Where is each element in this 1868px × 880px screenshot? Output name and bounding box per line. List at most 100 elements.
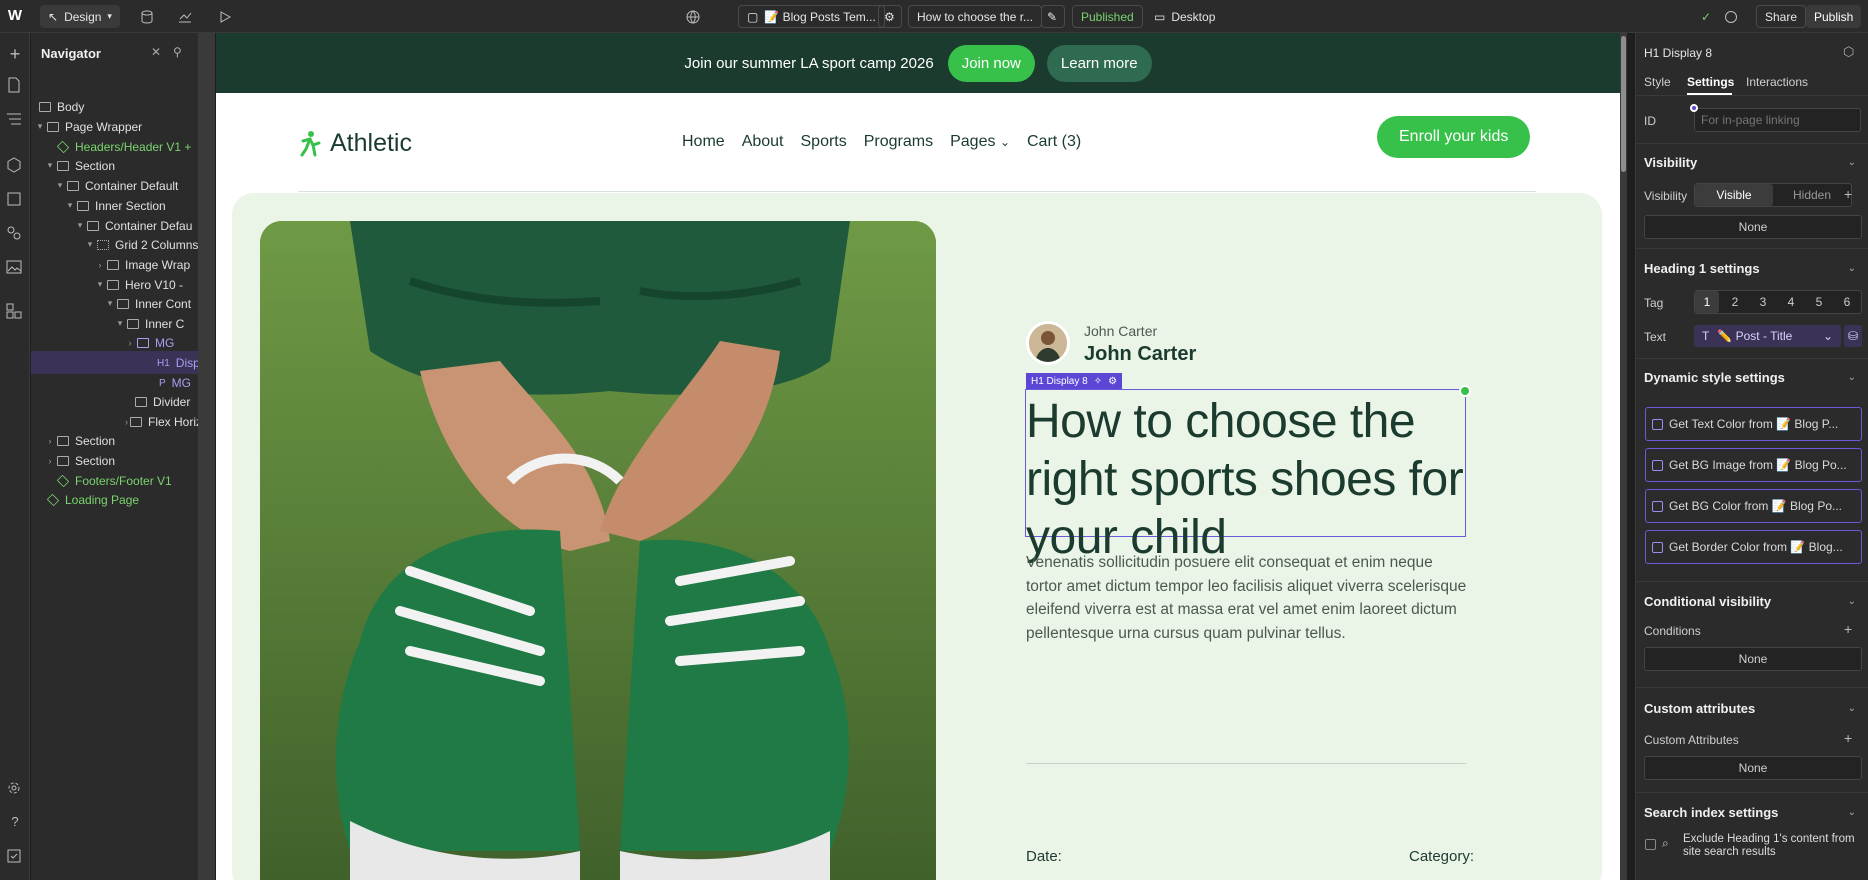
caret-down-icon[interactable]: ▾ xyxy=(105,298,115,309)
add-condition-plus-icon[interactable]: + xyxy=(1844,621,1852,637)
menu-about[interactable]: About xyxy=(742,133,784,151)
tag-option-2[interactable]: 2 xyxy=(1723,291,1747,313)
menu-sports[interactable]: Sports xyxy=(801,133,847,151)
breakpoint-selector[interactable]: ▭ Desktop xyxy=(1146,5,1223,28)
chevron-down-icon[interactable]: ⌄ xyxy=(1848,263,1856,274)
pages-icon[interactable] xyxy=(6,77,24,95)
settings-gear-icon[interactable] xyxy=(6,780,24,798)
dynamic-text-color[interactable]: Get Text Color from 📝 Blog P... xyxy=(1645,407,1862,441)
webflow-logo-icon[interactable]: W xyxy=(6,6,24,24)
tag-option-4[interactable]: 4 xyxy=(1779,291,1803,313)
add-plus-icon[interactable]: + xyxy=(1844,186,1852,202)
visibility-conditions-field[interactable]: None xyxy=(1644,215,1862,239)
caret-down-icon[interactable]: ▾ xyxy=(95,279,105,290)
dynamic-border-color[interactable]: Get Border Color from 📝 Blog... xyxy=(1645,530,1862,564)
visible-option[interactable]: Visible xyxy=(1695,184,1773,206)
join-now-button[interactable]: Join now xyxy=(947,44,1035,82)
tab-interactions[interactable]: Interactions xyxy=(1746,75,1808,89)
tab-settings[interactable]: Settings xyxy=(1687,75,1734,89)
page-template-tab[interactable]: ▢ 📝 Blog Posts Tem... xyxy=(738,5,885,28)
comment-icon[interactable] xyxy=(1722,8,1740,26)
checkmark-icon: ✓ xyxy=(1700,10,1712,24)
element-settings-gear-icon[interactable]: ⚙ xyxy=(1108,376,1117,387)
caret-down-icon[interactable]: ▾ xyxy=(85,239,95,250)
tag-option-1[interactable]: 1 xyxy=(1695,291,1719,313)
navigator-icon[interactable] xyxy=(6,111,24,129)
chevron-down-icon[interactable]: ⌄ xyxy=(1848,372,1856,383)
cms-binding-icon[interactable]: ⛁ xyxy=(1844,325,1862,347)
dynamic-bg-color[interactable]: Get BG Color from 📝 Blog Po... xyxy=(1645,489,1862,523)
caret-right-icon[interactable]: › xyxy=(45,436,55,446)
tab-style[interactable]: Style xyxy=(1644,75,1671,89)
navigator-scrollbar[interactable] xyxy=(198,33,215,880)
styles-icon[interactable] xyxy=(6,225,24,243)
hidden-option[interactable]: Hidden xyxy=(1773,184,1851,206)
exclude-search-checkbox[interactable] xyxy=(1645,839,1656,850)
cursor-icon: ↖ xyxy=(48,9,59,24)
menu-home[interactable]: Home xyxy=(682,133,725,151)
component-icon xyxy=(46,493,60,506)
caret-right-icon[interactable]: › xyxy=(125,417,128,427)
publish-button[interactable]: Publish xyxy=(1806,5,1862,28)
caret-down-icon[interactable]: ▾ xyxy=(115,318,125,329)
pin-icon[interactable]: ⚲ xyxy=(173,45,182,59)
hero-image-kid-tying-shoes[interactable] xyxy=(260,221,936,880)
tag-option-3[interactable]: 3 xyxy=(1751,291,1775,313)
variables-icon[interactable] xyxy=(6,191,24,209)
post-excerpt[interactable]: Venenatis sollicitudin posuere elit cons… xyxy=(1026,551,1468,645)
menu-cart[interactable]: Cart (3) xyxy=(1027,133,1081,151)
chevron-down-icon[interactable]: ⌄ xyxy=(1848,703,1856,714)
components-icon[interactable] xyxy=(6,157,24,175)
chevron-down-icon[interactable]: ⌄ xyxy=(1848,157,1856,168)
dynamic-bg-image[interactable]: Get BG Image from 📝 Blog Po... xyxy=(1645,448,1862,482)
caret-right-icon[interactable]: › xyxy=(125,338,135,348)
cms-item-edit-icon[interactable]: ✎ xyxy=(1041,5,1065,28)
caret-down-icon[interactable]: ▾ xyxy=(45,160,55,171)
mode-dropdown[interactable]: ↖ Design ▾ xyxy=(40,5,120,28)
tag-option-6[interactable]: 6 xyxy=(1835,291,1859,313)
audit-checklist-icon[interactable] xyxy=(6,848,24,866)
component-box-icon[interactable]: ⬡ xyxy=(1843,44,1854,60)
text-binding-select[interactable]: T ✏️ Post - Title ⌄ xyxy=(1694,325,1841,347)
custom-attributes-field[interactable]: None xyxy=(1644,756,1862,780)
preview-play-icon[interactable] xyxy=(216,8,234,26)
canvas-scrollbar-thumb[interactable] xyxy=(1621,36,1626,172)
checkbox[interactable] xyxy=(1652,541,1663,553)
analytics-icon[interactable] xyxy=(176,8,194,26)
checkbox[interactable] xyxy=(1652,459,1663,471)
nav-row-loading-page[interactable]: Loading Page xyxy=(31,488,198,511)
caret-down-icon[interactable]: ▾ xyxy=(75,220,85,231)
globe-icon[interactable] xyxy=(684,8,702,26)
caret-right-icon[interactable]: › xyxy=(45,456,55,466)
caret-down-icon[interactable]: ▾ xyxy=(55,180,65,191)
collapse-icon[interactable]: ✕ xyxy=(151,45,161,59)
conditions-field[interactable]: None xyxy=(1644,647,1862,671)
learn-more-button[interactable]: Learn more xyxy=(1046,44,1152,82)
apps-icon[interactable] xyxy=(6,303,24,321)
author-avatar[interactable] xyxy=(1026,321,1070,365)
share-button[interactable]: Share xyxy=(1756,5,1807,28)
chevron-down-icon[interactable]: ⌄ xyxy=(1848,807,1856,818)
cms-item-tab[interactable]: How to choose the r... xyxy=(908,5,1043,28)
menu-programs[interactable]: Programs xyxy=(864,133,933,151)
enroll-button[interactable]: Enroll your kids xyxy=(1377,116,1531,158)
page-settings-gear-icon[interactable]: ⚙ xyxy=(878,5,902,28)
caret-down-icon[interactable]: ▾ xyxy=(65,200,75,211)
selected-element-tag[interactable]: H1 Display 8 ✧ ⚙ xyxy=(1026,373,1123,389)
caret-down-icon[interactable]: ▾ xyxy=(35,121,45,132)
id-input[interactable] xyxy=(1694,108,1861,132)
checkbox[interactable] xyxy=(1652,500,1663,512)
help-icon[interactable]: ? xyxy=(6,814,24,832)
site-logo[interactable]: Athletic xyxy=(300,129,412,158)
assets-icon[interactable] xyxy=(6,259,24,277)
chevron-down-icon[interactable]: ⌄ xyxy=(1848,596,1856,607)
add-element-icon[interactable]: + xyxy=(6,45,24,63)
tag-option-5[interactable]: 5 xyxy=(1807,291,1831,313)
checkbox[interactable] xyxy=(1652,418,1663,430)
menu-pages[interactable]: Pages ⌄ xyxy=(950,133,1010,151)
design-canvas[interactable]: Join our summer LA sport camp 2026 Join … xyxy=(216,33,1620,880)
add-attribute-plus-icon[interactable]: + xyxy=(1844,730,1852,746)
caret-right-icon[interactable]: › xyxy=(95,260,105,270)
post-title-heading[interactable]: How to choose the right sports shoes for… xyxy=(1026,393,1466,567)
cms-icon[interactable] xyxy=(138,8,156,26)
